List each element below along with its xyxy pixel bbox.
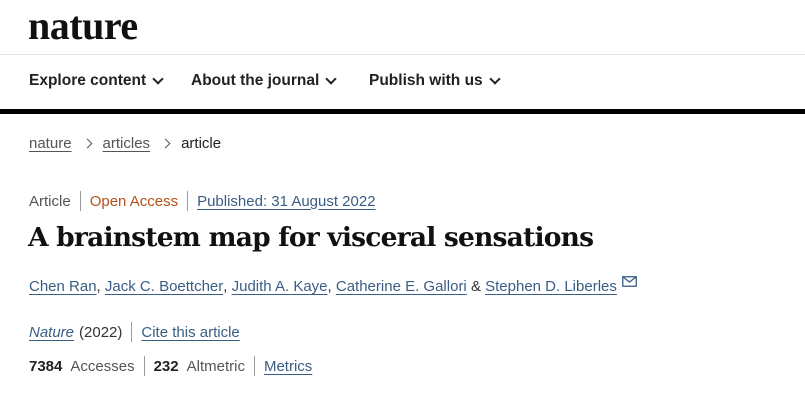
nav-about-journal[interactable]: About the journal (191, 72, 337, 90)
accesses-count: 7384 (29, 357, 63, 375)
nav-publish-with-us-label: Publish with us (369, 72, 483, 89)
nav-explore-content[interactable]: Explore content (29, 72, 164, 90)
article-metrics: 7384 Accesses 232 Altmetric Metrics (29, 356, 312, 376)
site-header: nature (0, 0, 805, 55)
nav-publish-with-us[interactable]: Publish with us (369, 72, 501, 90)
author-separator: , (327, 278, 336, 295)
breadcrumb: nature articles article (29, 135, 221, 152)
breadcrumb-current: article (181, 135, 222, 152)
chevron-right-icon (82, 138, 92, 149)
author-link[interactable]: Catherine E. Gallori (336, 278, 467, 295)
author-list: Chen Ran , Jack C. Boettcher , Judith A.… (29, 276, 637, 295)
breadcrumb-articles[interactable]: articles (103, 135, 151, 152)
divider (143, 356, 145, 376)
nav-about-journal-label: About the journal (191, 72, 320, 89)
chevron-down-icon (152, 73, 164, 85)
divider (253, 356, 255, 376)
accesses-label: Accesses (70, 357, 135, 375)
author-separator: , (223, 278, 232, 295)
published-date-link[interactable]: Published: 31 August 2022 (197, 193, 375, 210)
author-link[interactable]: Stephen D. Liberles (485, 278, 617, 295)
journal-info: Nature (2022) Cite this article (29, 322, 240, 342)
nature-logo[interactable]: nature (28, 2, 138, 50)
open-access-label: Open Access (89, 192, 179, 210)
author-link[interactable]: Jack C. Boettcher (105, 278, 223, 295)
article-title: A brainstem map for visceral sensations (28, 222, 594, 253)
author-separator: , (96, 278, 105, 295)
journal-year: (2022) (79, 323, 123, 341)
breadcrumb-nature[interactable]: nature (29, 135, 72, 152)
cite-article-link[interactable]: Cite this article (141, 324, 239, 341)
altmetric-label: Altmetric (186, 357, 245, 375)
chevron-down-icon (489, 73, 501, 85)
article-meta: Article Open Access Published: 31 August… (29, 191, 376, 211)
author-separator: & (466, 278, 486, 295)
mail-icon[interactable] (621, 274, 637, 291)
chevron-down-icon (325, 73, 337, 85)
divider (79, 191, 81, 211)
chevron-right-icon (160, 138, 171, 149)
journal-link[interactable]: Nature (29, 324, 74, 341)
nav-explore-content-label: Explore content (29, 72, 147, 89)
main-nav: Explore content About the journal Publis… (0, 55, 805, 114)
article-type: Article (29, 192, 71, 210)
metrics-link[interactable]: Metrics (264, 358, 312, 375)
divider (187, 191, 189, 211)
divider (131, 322, 133, 342)
altmetric-count: 232 (153, 357, 179, 375)
author-link[interactable]: Chen Ran (29, 278, 97, 295)
author-link[interactable]: Judith A. Kaye (232, 278, 328, 295)
